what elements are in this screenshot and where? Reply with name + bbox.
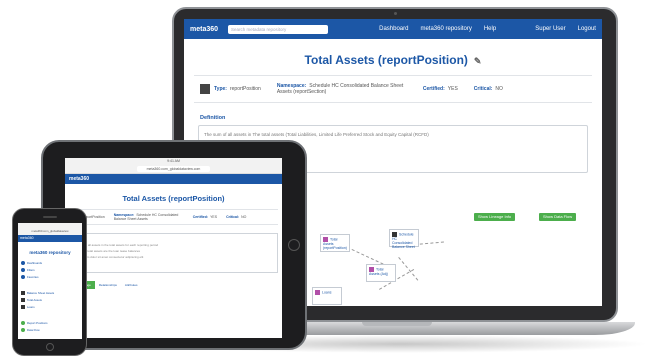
nav-repository[interactable]: meta360 repository: [420, 26, 471, 32]
certified-value: YES: [447, 86, 458, 92]
critical-value: NO: [495, 86, 503, 92]
item-icon: [21, 298, 25, 302]
graph-node[interactable]: Loans: [312, 287, 342, 305]
show-data-flow-button[interactable]: Show Data Flow: [539, 213, 577, 221]
page-title: Total Assets (reportPosition) ✎: [184, 53, 602, 67]
top-navbar: meta360 Search metadata repository Dashb…: [184, 19, 602, 39]
camera-icon: [393, 12, 397, 15]
tab-bar: Data Lineage Relationships Attributes: [69, 281, 278, 289]
tablet-screen: 9:41 AM meta360.com_globaldataview.com m…: [65, 158, 282, 338]
certified-cell: Certified: YES: [192, 215, 218, 219]
home-button-icon: [288, 239, 300, 251]
phone-navbar[interactable]: meta360: [18, 235, 82, 242]
list-item[interactable]: Data Flow: [21, 328, 79, 332]
item-icon: [21, 261, 25, 265]
item-label: Favorites: [27, 275, 39, 279]
list-item[interactable]: Dashboards: [21, 261, 79, 265]
list-item[interactable]: Balance Sheet Assets: [21, 291, 79, 295]
namespace-cell: Namespace: Schedule HC Consolidated Balan…: [113, 213, 179, 221]
critical-cell: Critical: NO: [474, 86, 503, 92]
critical-cell: Critical: NO: [226, 215, 247, 219]
critical-label: Critical:: [473, 86, 493, 92]
item-icon: [21, 275, 25, 279]
list-item[interactable]: Favorites: [21, 275, 79, 279]
item-icon: [21, 328, 25, 332]
graph-node[interactable]: Schedule HC Consolidated Balance Sheet: [389, 229, 419, 249]
item-icon: [21, 268, 25, 272]
definition-line: Lorem ipsum dolor sit amet consectetur a…: [72, 255, 144, 259]
type-label: Type:: [214, 86, 227, 92]
item-label: Report Positions: [27, 321, 48, 325]
page-title: Total Assets (reportPosition): [122, 194, 225, 203]
definition-line: The sum of all assets in The total asset…: [204, 132, 429, 137]
nav-user[interactable]: Super User: [535, 26, 565, 32]
url-bar[interactable]: meta360.com_globaldataview.com: [65, 164, 282, 174]
item-label: Dashboards: [27, 261, 43, 265]
certified-label: Certified:: [422, 86, 445, 92]
search-input[interactable]: Search metadata repository: [228, 24, 329, 34]
graph-node[interactable]: Total Assets (Adj): [366, 264, 396, 282]
edit-pencil-icon[interactable]: ✎: [474, 56, 482, 66]
list-item[interactable]: Total Assets: [21, 298, 79, 302]
tab-attributes[interactable]: Attributes: [121, 281, 142, 289]
item-label: Data Flow: [27, 328, 40, 332]
definition-heading: Definition: [200, 115, 226, 121]
list-item[interactable]: Filters: [21, 268, 79, 272]
certified-cell: Certified: YES: [423, 86, 458, 92]
item-label: Balance Sheet Assets: [27, 291, 55, 295]
list-item[interactable]: Report Positions: [21, 321, 79, 325]
asset-type-icon: [200, 84, 210, 94]
type-value: reportPosition: [229, 86, 261, 92]
url-text: meta360.com_globaldataview.com: [136, 165, 211, 172]
list-item[interactable]: Loans: [21, 305, 79, 309]
show-lineage-button[interactable]: Show Lineage Info: [474, 213, 516, 221]
item-icon: [21, 291, 25, 295]
url-bar[interactable]: meta360.com_globaldataview: [18, 228, 82, 235]
critical-value: NO: [241, 215, 247, 219]
speaker-icon: [42, 216, 57, 218]
node-icon: [315, 290, 320, 295]
asset-info-bar: Type:reportPosition Namespace:Schedule H…: [69, 209, 278, 225]
tab-relationships[interactable]: Relationships: [95, 281, 121, 289]
item-label: Filters: [27, 268, 35, 272]
asset-info-bar: Type:reportPosition Namespace:Schedule H…: [194, 75, 592, 103]
item-icon: [21, 305, 25, 309]
nav-help[interactable]: Help: [484, 26, 496, 32]
phone-screen: meta360.com_globaldataview meta360 meta3…: [18, 223, 82, 339]
definition-textarea[interactable]: Definition The sum of all assets in the …: [69, 233, 278, 273]
nav-logout[interactable]: Logout: [578, 26, 596, 32]
item-icon: [21, 321, 25, 325]
type-cell: Type:reportPosition: [214, 86, 261, 92]
page-title: meta360 repository: [29, 250, 71, 255]
item-label: Loans: [27, 305, 35, 309]
nav-dashboard[interactable]: Dashboard: [379, 26, 408, 32]
node-label: Loans: [322, 290, 332, 295]
page-title-text: Total Assets (reportPosition): [304, 53, 468, 67]
laptop-notch: [361, 322, 432, 326]
item-label: Total Assets: [27, 298, 42, 302]
home-button-icon: [45, 343, 54, 351]
tablet-navbar[interactable]: meta360: [65, 174, 282, 184]
graph-node[interactable]: Total Assets (reportPosition): [320, 234, 350, 252]
brand-logo[interactable]: meta360: [190, 26, 218, 33]
certified-value: YES: [210, 215, 218, 219]
namespace-cell: Namespace: Schedule HC Consolidated Balan…: [277, 83, 407, 95]
